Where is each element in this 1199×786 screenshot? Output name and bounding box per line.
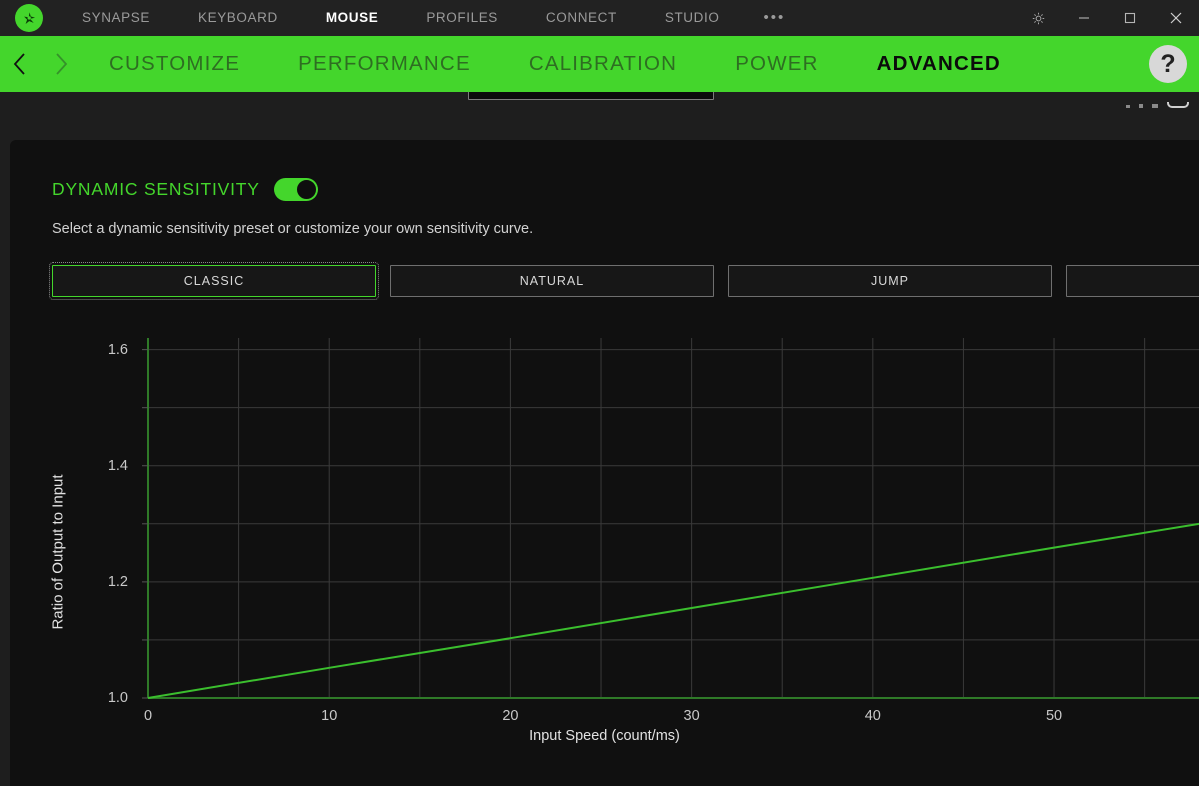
nav-item-studio[interactable]: STUDIO [641,0,744,36]
preset-custom[interactable] [1066,265,1199,297]
dynamic-sensitivity-panel: DYNAMIC SENSITIVITY Select a dynamic sen… [10,140,1199,786]
preset-button-group: CLASSIC NATURAL JUMP [49,262,1199,300]
maximize-icon [1124,12,1136,24]
tab-calibration[interactable]: CALIBRATION [500,36,706,92]
dpi-dot-3 [1152,104,1158,108]
close-icon [1170,12,1182,24]
nav-item-mouse[interactable]: MOUSE [302,0,403,36]
close-button[interactable] [1153,0,1199,36]
nav-item-profiles[interactable]: PROFILES [402,0,522,36]
chart-plot-area [142,338,1199,699]
razer-snake-icon [23,11,35,24]
tab-power[interactable]: POWER [706,36,847,92]
main-nav: SYNAPSE KEYBOARD MOUSE PROFILES CONNECT … [58,0,805,36]
chevron-right-icon [55,53,67,75]
section-title: DYNAMIC SENSITIVITY [52,179,260,199]
preset-classic[interactable]: CLASSIC [49,262,379,300]
razer-logo[interactable] [0,4,58,32]
sub-nav-bar: CUSTOMIZE PERFORMANCE CALIBRATION POWER … [0,36,1199,92]
dpi-dot-1 [1126,105,1130,108]
toggle-knob [295,179,317,200]
preset-natural[interactable]: NATURAL [390,265,714,297]
help-button[interactable]: ? [1149,45,1187,83]
nav-item-synapse[interactable]: SYNAPSE [58,0,174,36]
nav-item-connect[interactable]: CONNECT [522,0,641,36]
chart-series-line [147,522,1199,699]
tab-performance[interactable]: PERFORMANCE [269,36,500,92]
nav-overflow-button[interactable]: ••• [743,0,805,36]
chevron-left-icon [13,53,25,75]
dynamic-sensitivity-header: DYNAMIC SENSITIVITY [52,178,318,201]
settings-gear-icon[interactable] [1015,0,1061,36]
dynamic-sensitivity-toggle[interactable] [273,178,318,201]
maximize-button[interactable] [1107,0,1153,36]
scrolled-content-strip [0,92,1199,140]
preset-jump[interactable]: JUMP [728,265,1052,297]
nav-back-button[interactable] [0,36,40,92]
minimize-button[interactable] [1061,0,1107,36]
gear-icon [1032,12,1044,24]
mouse-icon [1167,102,1189,108]
tab-advanced[interactable]: ADVANCED [848,36,1030,92]
tab-customize[interactable]: CUSTOMIZE [80,36,269,92]
dpi-dot-2 [1139,104,1143,108]
window-controls [1015,0,1199,36]
nav-item-keyboard[interactable]: KEYBOARD [174,0,302,36]
sensitivity-curve-chart: Ratio of Output to Input Input Speed (co… [10,320,1199,786]
minimize-icon [1079,17,1089,19]
cut-off-dropdown[interactable] [468,92,714,100]
nav-forward-button[interactable] [40,36,80,92]
cut-off-dpi-indicators [1126,92,1189,108]
title-bar: SYNAPSE KEYBOARD MOUSE PROFILES CONNECT … [0,0,1199,36]
chart-x-axis-label: Input Speed (count/ms) [529,728,680,744]
section-description: Select a dynamic sensitivity preset or c… [52,221,534,237]
